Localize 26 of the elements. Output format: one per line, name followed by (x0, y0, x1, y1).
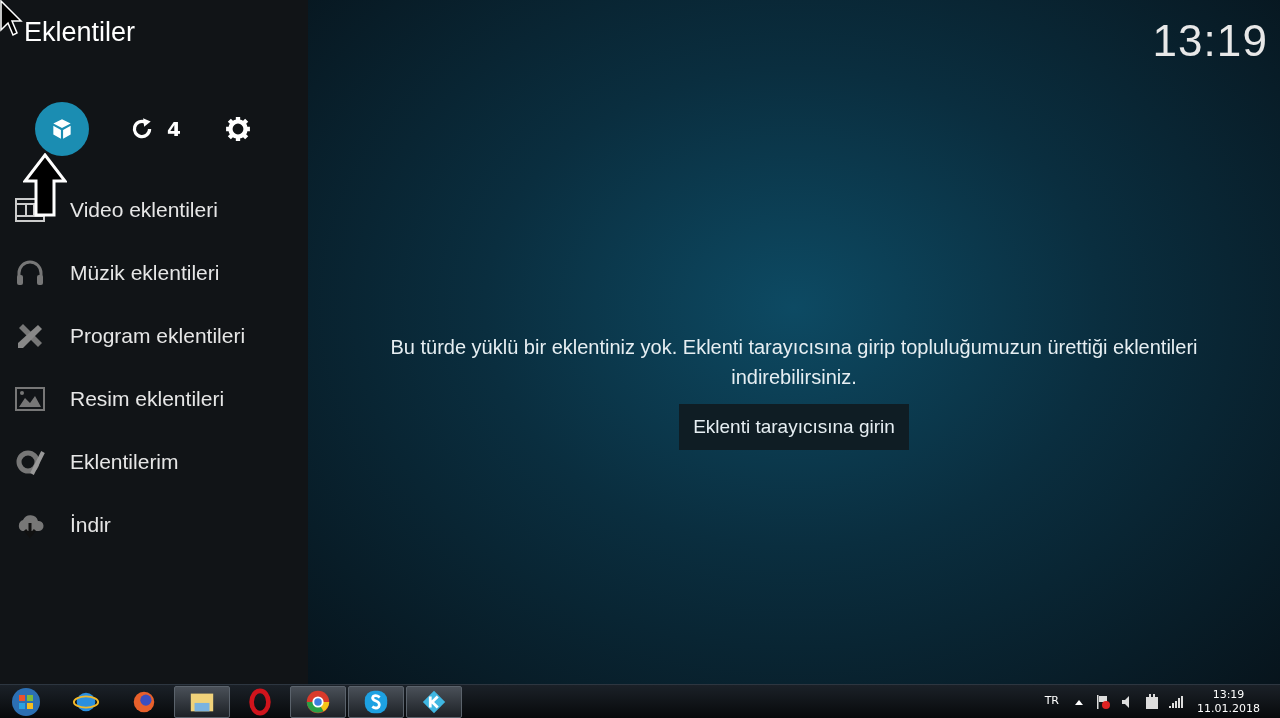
signal-icon[interactable] (1169, 695, 1183, 708)
menu-item[interactable]: İndir (14, 493, 308, 556)
browse-button[interactable]: Eklenti tarayıcısına girin (679, 404, 909, 450)
empty-message: Bu türde yüklü bir eklentiniz yok. Eklenti tarayıcısına girip topluluğumuzun ürettiği eklentileri indirebilirsiniz. (389, 335, 1199, 390)
update-count: 4 (167, 116, 181, 143)
taskbar-app[interactable] (406, 685, 462, 718)
flag-icon[interactable] (1095, 693, 1111, 710)
menu-item[interactable]: Resim eklentileri (14, 367, 308, 430)
clock: 13:19 (1152, 15, 1268, 67)
start-orb-icon (11, 686, 41, 717)
taskbar-app[interactable] (348, 685, 404, 718)
refresh-button[interactable]: 4 (125, 102, 185, 156)
page-title: Eklentiler (24, 15, 136, 49)
taskbar-app[interactable] (174, 685, 230, 718)
tray-clock[interactable]: 13:19 11.01.2018 (1197, 687, 1260, 716)
menu-item[interactable]: Program eklentileri (14, 304, 308, 367)
arrow-annotation (23, 153, 67, 217)
plug-icon[interactable] (1145, 693, 1159, 710)
menu-item[interactable]: Müzik eklentileri (14, 241, 308, 304)
menu-item[interactable]: Eklentilerim (14, 430, 308, 493)
language-indicator[interactable]: TR (1044, 693, 1059, 710)
taskbar-app[interactable] (290, 685, 346, 718)
settings-icon (224, 116, 251, 142)
caret-icon[interactable] (1075, 698, 1083, 705)
o-ring-icon (246, 687, 274, 716)
box-button[interactable] (35, 102, 89, 156)
